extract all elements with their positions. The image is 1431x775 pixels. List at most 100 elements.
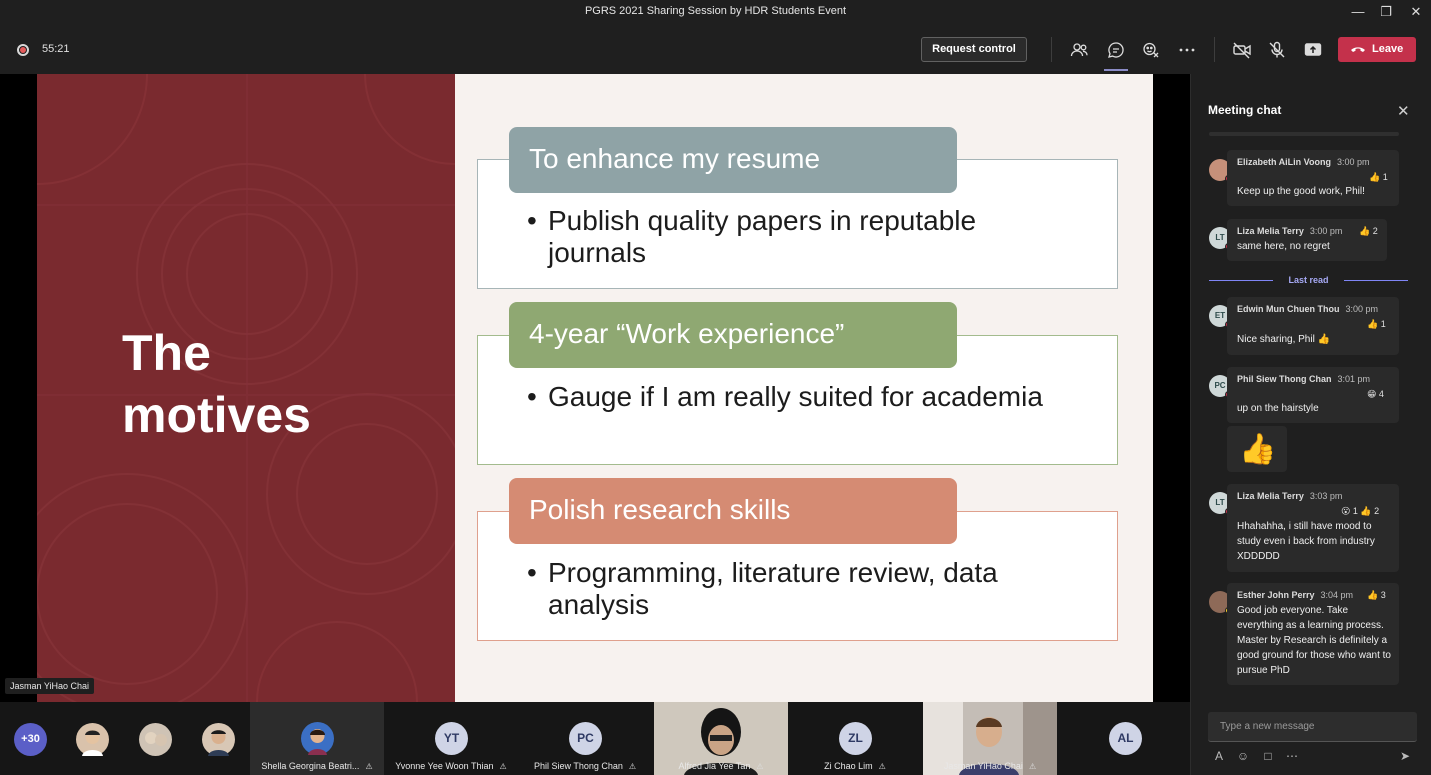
message-author: Edwin Mun Chuen Thou [1237, 304, 1340, 314]
format-icon[interactable]: A [1211, 748, 1227, 764]
meeting-toolbar: 55:21 Request control Leave [0, 25, 1431, 74]
chat-message[interactable]: Liza Melia Terry 3:00 pm 👍 2 same here, n… [1227, 219, 1387, 261]
slide-title: The motives [122, 322, 311, 446]
bullet-text: Programming, literature review, data ana… [548, 557, 998, 620]
message-header: Elizabeth AiLin Voong 3:00 pm [1237, 157, 1370, 167]
participant-tile[interactable]: YT Yvonne Yee Woon Thian ⚠ [384, 702, 518, 775]
participant-video-tile[interactable]: Jasman YiHao Chai ⚠ [923, 702, 1057, 775]
slide-title-panel: The motives [37, 74, 455, 702]
chat-message[interactable]: Esther John Perry 3:04 pm 👍 3 Good job ev… [1227, 583, 1399, 685]
toolbar-divider [1214, 37, 1215, 62]
chat-message[interactable]: Phil Siew Thong Chan 3:01 pm 😁 4 up on th… [1227, 367, 1399, 423]
slide-title-line-1: The [122, 325, 211, 381]
participant-avatar: AL [1109, 722, 1142, 755]
chat-title: Meeting chat [1208, 103, 1282, 117]
message-author: Esther John Perry [1237, 590, 1315, 600]
message-time: 3:00 pm [1337, 157, 1370, 167]
toolbar-divider [1051, 37, 1052, 62]
participant-avatar: YT [435, 722, 468, 755]
bullet-icon: • [527, 205, 537, 236]
section-heading-research-skills: Polish research skills [509, 478, 957, 544]
message-input[interactable] [1208, 712, 1417, 741]
slide-title-line-2: motives [122, 387, 311, 443]
message-reaction[interactable]: 👍 2 [1359, 226, 1378, 237]
presentation-slide: The motives To enhance my resume • Publi… [37, 74, 1153, 702]
message-author: Liza Melia Terry [1237, 491, 1304, 501]
participant-video-tile[interactable]: Alfred Jia Yee Tan ⚠ [654, 702, 788, 775]
meeting-chat-panel: Meeting chat ✕ Elizabeth AiLin Voong 3:00… [1190, 74, 1431, 775]
message-header: Phil Siew Thong Chan 3:01 pm [1237, 374, 1370, 384]
message-header: Liza Melia Terry 3:00 pm [1237, 226, 1342, 236]
more-icon[interactable] [1176, 39, 1198, 61]
message-text: Good job everyone. Take everything as a … [1237, 605, 1391, 676]
participant-name: Jasman YiHao Chai ⚠ [943, 761, 1037, 771]
message-reaction[interactable]: 😮 1 👍 2 [1341, 506, 1379, 517]
participant-avatar[interactable] [139, 723, 172, 756]
participants-icon[interactable] [1068, 39, 1090, 61]
participant-avatar [301, 722, 334, 755]
minimize-icon[interactable]: — [1346, 3, 1370, 21]
participant-name: Shella Georgina Beatri... ⚠ [261, 761, 373, 771]
participant-tile[interactable]: Shella Georgina Beatri... ⚠ [250, 702, 384, 775]
bullet-text: Gauge if I am really suited for academia [548, 381, 1043, 412]
camera-off-icon[interactable] [1231, 39, 1253, 61]
close-icon[interactable]: ✕ [1397, 102, 1410, 120]
mic-off-icon: ⚠ [1028, 762, 1037, 771]
section-heading-resume: To enhance my resume [509, 127, 957, 193]
close-window-icon[interactable]: ✕ [1404, 3, 1428, 21]
shared-content-stage: The motives To enhance my resume • Publi… [0, 74, 1190, 702]
section-bullet-resume: • Publish quality papers in reputable jo… [527, 205, 1047, 269]
message-reaction[interactable]: 😁 4 [1367, 389, 1384, 400]
participant-tile[interactable]: PC Phil Siew Thong Chan ⚠ [518, 702, 652, 775]
message-author: Phil Siew Thong Chan [1237, 374, 1332, 384]
participant-tile[interactable]: ZL Zi Chao Lim ⚠ [788, 702, 922, 775]
meeting-timer: 55:21 [42, 43, 70, 55]
participant-strip: +30 Shella Georgina Beatri... ⚠ YT Yvonne… [0, 702, 1190, 775]
mic-off-icon: ⚠ [878, 762, 886, 771]
last-read-divider: Last read [1209, 274, 1408, 288]
thumbs-up-icon: 👍 [1239, 433, 1277, 466]
message-reaction[interactable]: 👍 1 [1369, 172, 1388, 183]
message-author: Liza Melia Terry [1237, 226, 1304, 236]
section-bullet-work-experience: • Gauge if I am really suited for academ… [527, 381, 1047, 413]
compose-box[interactable] [1208, 712, 1417, 742]
sticker-icon[interactable]: □ [1260, 748, 1276, 764]
share-screen-icon[interactable] [1302, 39, 1324, 61]
message-author: Elizabeth AiLin Voong [1237, 157, 1331, 167]
mic-off-icon: ⚠ [365, 762, 373, 771]
message-reaction[interactable]: 👍 1 [1367, 319, 1386, 330]
message-time: 3:00 pm [1309, 226, 1343, 236]
participant-avatar[interactable] [76, 723, 109, 756]
mic-off-icon: ⚠ [499, 762, 507, 771]
chat-message-emoji[interactable]: 👍 [1227, 426, 1287, 472]
bullet-text: Publish quality papers in reputable jour… [548, 205, 977, 268]
participant-avatar[interactable] [202, 723, 235, 756]
chat-message[interactable]: Liza Melia Terry 3:03 pm 😮 1 👍 2 Hhahahha… [1227, 484, 1399, 572]
message-header: Edwin Mun Chuen Thou 3:00 pm [1237, 304, 1378, 314]
emoji-icon[interactable]: ☺ [1235, 748, 1251, 764]
chat-message[interactable]: Edwin Mun Chuen Thou 3:00 pm 👍 1 Nice sha… [1227, 297, 1399, 355]
window-title: PGRS 2021 Sharing Session by HDR Student… [584, 5, 847, 17]
chat-scroll-indicator[interactable] [1209, 132, 1399, 136]
bullet-icon: • [527, 381, 537, 412]
request-control-button[interactable]: Request control [921, 37, 1027, 62]
leave-button[interactable]: Leave [1338, 37, 1416, 62]
chat-icon[interactable] [1105, 39, 1127, 61]
message-text: Nice sharing, Phil 👍 [1237, 334, 1331, 345]
message-header: Liza Melia Terry 3:03 pm [1237, 491, 1342, 501]
more-options-icon[interactable]: ⋯ [1284, 748, 1300, 764]
participant-avatar: ZL [839, 722, 872, 755]
message-header: Esther John Perry 3:04 pm [1237, 590, 1353, 600]
chat-message[interactable]: Elizabeth AiLin Voong 3:00 pm 👍 1 Keep up… [1227, 150, 1399, 206]
participant-tile[interactable]: AL [1058, 702, 1190, 775]
more-participants-button[interactable]: +30 [14, 723, 47, 756]
mic-off-icon: ⚠ [628, 762, 637, 771]
message-text: Hhahahha, i still have mood to study eve… [1237, 521, 1375, 562]
maximize-icon[interactable]: ❐ [1374, 3, 1398, 21]
send-icon[interactable]: ➤ [1397, 748, 1413, 764]
message-reaction[interactable]: 👍 3 [1367, 590, 1386, 601]
participant-name: Phil Siew Thong Chan ⚠ [533, 761, 637, 771]
mic-off-icon[interactable] [1266, 39, 1288, 61]
reactions-icon[interactable] [1140, 39, 1162, 61]
message-text: up on the hairstyle [1237, 403, 1319, 414]
